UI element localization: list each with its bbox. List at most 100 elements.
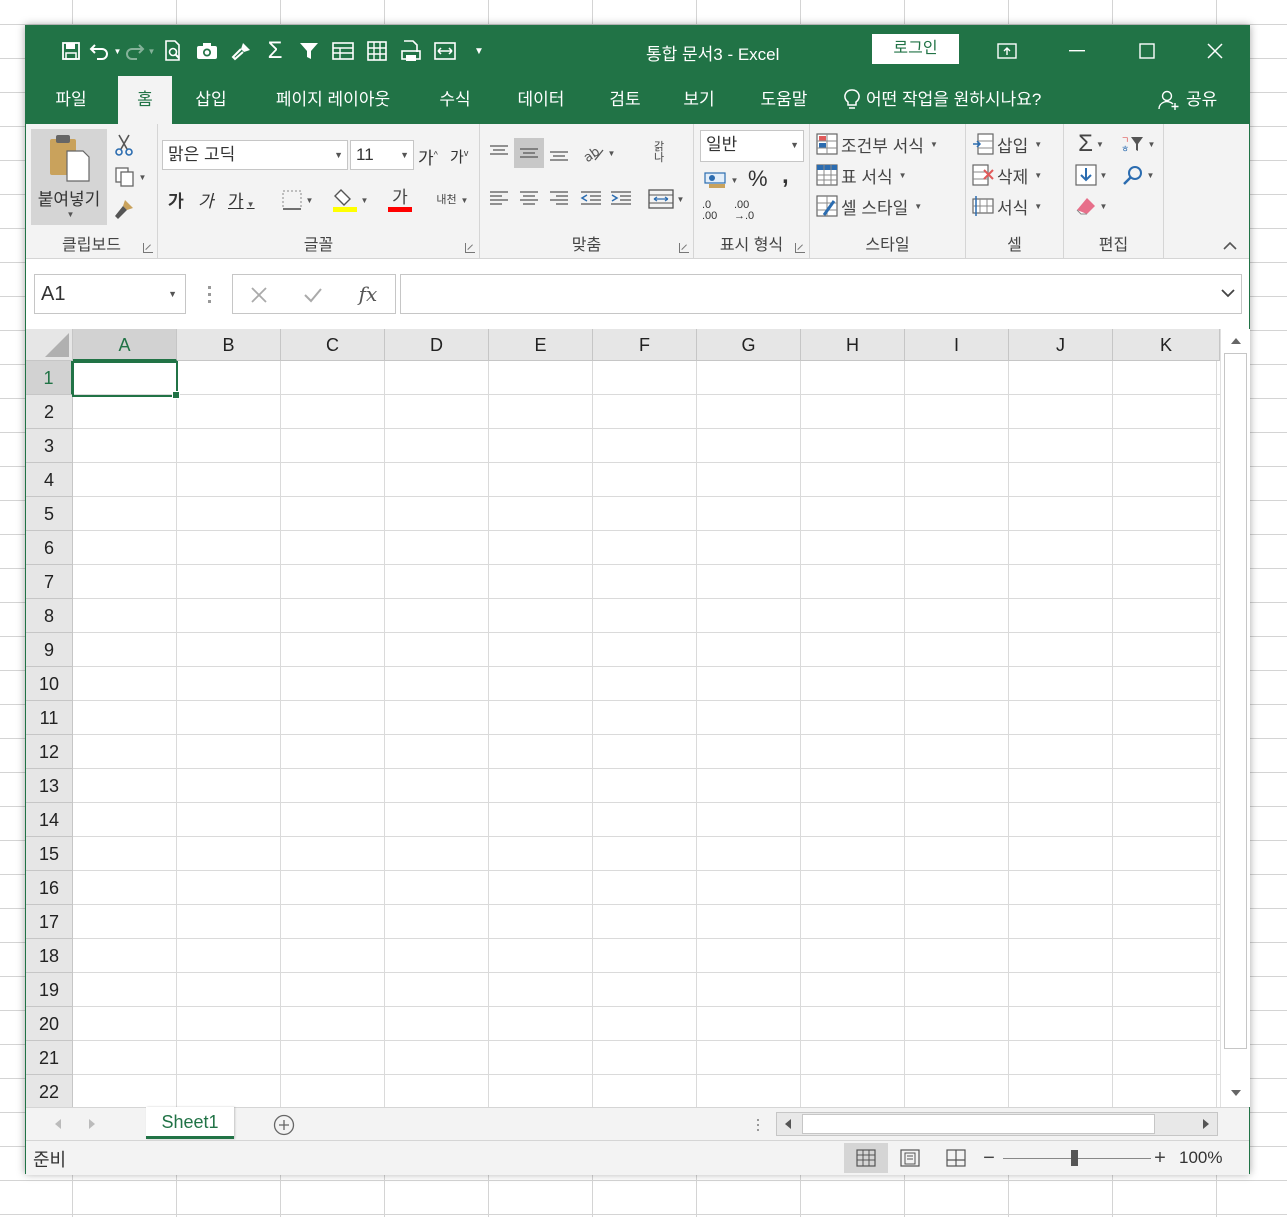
increase-font-button[interactable]: 가^: [418, 144, 438, 169]
page-setup-icon[interactable]: [428, 36, 462, 66]
format-painter-button[interactable]: [110, 196, 138, 222]
minimize-button[interactable]: [1042, 26, 1112, 76]
decrease-indent-button[interactable]: [576, 184, 606, 214]
column-header[interactable]: I: [905, 329, 1009, 361]
row-header[interactable]: 17: [26, 905, 73, 939]
scroll-down-button[interactable]: [1224, 1085, 1247, 1101]
scroll-right-button[interactable]: [1197, 1115, 1215, 1133]
horizontal-scroll-thumb[interactable]: [802, 1114, 1155, 1134]
maximize-button[interactable]: [1112, 26, 1182, 76]
row-header[interactable]: 10: [26, 667, 73, 701]
decrease-font-button[interactable]: 가v: [450, 146, 468, 167]
vertical-scrollbar[interactable]: [1220, 329, 1250, 1107]
bold-button[interactable]: 가: [168, 187, 184, 212]
column-header[interactable]: K: [1113, 329, 1220, 361]
row-header[interactable]: 16: [26, 871, 73, 905]
scroll-up-button[interactable]: [1224, 333, 1247, 349]
row-header[interactable]: 7: [26, 565, 73, 599]
format-painter-icon[interactable]: [224, 36, 258, 66]
font-size-combo[interactable]: 11 ▼: [350, 140, 414, 170]
tab-data[interactable]: 데이터: [504, 76, 578, 124]
column-header[interactable]: A: [73, 329, 177, 361]
new-sheet-button[interactable]: [272, 1113, 296, 1137]
underline-button[interactable]: 가 ▼: [228, 187, 255, 212]
next-sheet-button[interactable]: [84, 1116, 100, 1132]
column-header[interactable]: G: [697, 329, 801, 361]
row-header[interactable]: 2: [26, 395, 73, 429]
autosum-button[interactable]: Σ ▼: [1070, 130, 1112, 158]
percent-button[interactable]: %: [748, 166, 768, 192]
border-button[interactable]: ▼: [274, 188, 320, 212]
zoom-slider-thumb[interactable]: [1071, 1150, 1078, 1166]
tab-formulas[interactable]: 수식: [426, 76, 484, 124]
clipboard-launcher-icon[interactable]: [143, 243, 153, 253]
table-icon[interactable]: [360, 36, 394, 66]
align-center-button[interactable]: [514, 184, 544, 214]
column-header[interactable]: F: [593, 329, 697, 361]
clear-button[interactable]: ▼: [1070, 192, 1112, 220]
print-icon[interactable]: [394, 36, 428, 66]
prev-sheet-button[interactable]: [50, 1116, 66, 1132]
row-header[interactable]: 21: [26, 1041, 73, 1075]
collapse-ribbon-button[interactable]: [1218, 236, 1242, 254]
row-header[interactable]: 14: [26, 803, 73, 837]
login-button[interactable]: 로그인: [872, 34, 959, 64]
decrease-decimal-button[interactable]: .00 →.0: [734, 200, 764, 222]
row-header[interactable]: 12: [26, 735, 73, 769]
customize-icon[interactable]: ▼: [462, 36, 496, 66]
copy-button[interactable]: ▼: [110, 164, 150, 190]
row-header[interactable]: 9: [26, 633, 73, 667]
sort-filter-button[interactable]: ㄱㅎ ▼: [1116, 130, 1160, 158]
worksheet-grid[interactable]: A B C D E F G H I J K 1 2 3 4 5 6 7 8 9 …: [26, 329, 1220, 1107]
row-header[interactable]: 11: [26, 701, 73, 735]
camera-icon[interactable]: [190, 36, 224, 66]
cell-area[interactable]: [73, 361, 1220, 1107]
scroll-left-button[interactable]: [779, 1115, 797, 1133]
filter-icon[interactable]: [292, 36, 326, 66]
format-as-table-button[interactable]: 표 서식 ▼: [816, 161, 962, 189]
column-header[interactable]: E: [489, 329, 593, 361]
row-header[interactable]: 8: [26, 599, 73, 633]
zoom-out-button[interactable]: −: [982, 1147, 996, 1169]
number-launcher-icon[interactable]: [795, 243, 805, 253]
page-layout-view-button[interactable]: [888, 1143, 932, 1173]
tab-review[interactable]: 검토: [596, 76, 654, 124]
cell-styles-button[interactable]: 셀 스타일 ▼: [816, 192, 962, 220]
align-middle-button[interactable]: [514, 138, 544, 168]
increase-decimal-button[interactable]: .0 .00: [702, 200, 728, 222]
row-header[interactable]: 22: [26, 1075, 73, 1107]
save-icon[interactable]: [54, 36, 88, 66]
print-preview-icon[interactable]: [156, 36, 190, 66]
column-header[interactable]: B: [177, 329, 281, 361]
column-header[interactable]: D: [385, 329, 489, 361]
tab-split-grip-icon[interactable]: [754, 1116, 762, 1134]
row-header[interactable]: 18: [26, 939, 73, 973]
delete-cells-button[interactable]: 삭제 ▼: [972, 161, 1060, 189]
select-all-button[interactable]: [26, 329, 73, 361]
tab-page-layout[interactable]: 페이지 레이아웃: [258, 76, 408, 124]
merge-center-button[interactable]: ▼: [642, 184, 690, 214]
paste-button[interactable]: 붙여넣기 ▼: [31, 129, 107, 225]
selected-cell[interactable]: [72, 361, 180, 399]
format-cells-button[interactable]: 서식 ▼: [972, 192, 1060, 220]
tab-view[interactable]: 보기: [670, 76, 728, 124]
row-header[interactable]: 3: [26, 429, 73, 463]
vertical-scroll-thumb[interactable]: [1224, 353, 1247, 1049]
orientation-button[interactable]: ab ▼: [576, 138, 620, 168]
autosum-icon[interactable]: Σ: [258, 36, 292, 66]
wrap-text-button[interactable]: 갉나: [644, 138, 674, 168]
formula-input[interactable]: [400, 274, 1242, 314]
alignment-launcher-icon[interactable]: [679, 243, 689, 253]
zoom-level[interactable]: 100%: [1179, 1148, 1222, 1168]
conditional-formatting-button[interactable]: 조건부 서식 ▼: [816, 130, 962, 158]
cut-button[interactable]: [110, 132, 138, 158]
horizontal-scrollbar[interactable]: [776, 1112, 1218, 1136]
align-bottom-button[interactable]: [544, 138, 574, 168]
tab-insert[interactable]: 삽입: [182, 76, 240, 124]
row-header[interactable]: 6: [26, 531, 73, 565]
row-header[interactable]: 4: [26, 463, 73, 497]
row-header[interactable]: 19: [26, 973, 73, 1007]
align-right-button[interactable]: [544, 184, 574, 214]
find-select-button[interactable]: ▼: [1116, 161, 1160, 189]
row-header[interactable]: 5: [26, 497, 73, 531]
